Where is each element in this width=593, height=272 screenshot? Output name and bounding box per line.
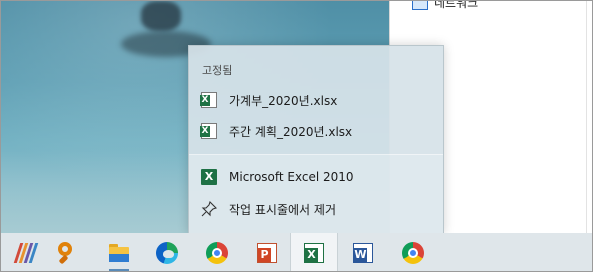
taskbar-file-explorer[interactable]	[95, 233, 143, 271]
unpin-icon	[201, 201, 217, 217]
screen: 네트워크 고정됨 X 가계부_2020년.xlsx X 주간 계획_2020년.…	[0, 0, 593, 272]
pinned-header: 고정됨	[202, 64, 233, 77]
taskbar-word[interactable]: W	[339, 233, 387, 271]
pinned-item-label: 가계부_2020년.xlsx	[229, 93, 338, 108]
task-label: Microsoft Excel 2010	[229, 170, 354, 184]
pinned-item-budget[interactable]: X 가계부_2020년.xlsx	[189, 85, 443, 115]
chrome-icon	[401, 241, 425, 265]
taskbar-chrome[interactable]	[193, 233, 241, 271]
powerpoint-icon: P	[255, 241, 279, 265]
excel-icon: X	[302, 241, 326, 265]
explorer-scrollbar[interactable]	[586, 1, 587, 233]
network-icon	[412, 1, 428, 10]
taskbar-app-launcher[interactable]	[1, 233, 49, 271]
pinned-item-weekly-plan[interactable]: X 주간 계획_2020년.xlsx	[189, 116, 443, 146]
taskbar-search[interactable]	[44, 233, 92, 271]
network-label: 네트워크	[434, 0, 479, 10]
chrome-icon	[205, 241, 229, 265]
edge-icon	[155, 241, 179, 265]
excel-file-icon: X	[200, 92, 217, 108]
excel-file-icon: X	[200, 123, 217, 139]
excel-jump-list: 고정됨 X 가계부_2020년.xlsx X 주간 계획_2020년.xlsx …	[188, 45, 444, 234]
excel-app-icon: X	[201, 169, 217, 185]
search-icon	[56, 241, 80, 265]
word-icon: W	[351, 241, 375, 265]
task-label: 작업 표시줄에서 제거	[229, 202, 336, 217]
open-excel-app[interactable]: X Microsoft Excel 2010	[189, 162, 443, 192]
network-nav-item[interactable]: 네트워크	[412, 0, 479, 11]
jumplist-divider	[189, 154, 443, 155]
pinned-item-label: 주간 계획_2020년.xlsx	[229, 124, 353, 139]
taskbar-edge[interactable]	[143, 233, 191, 271]
taskbar: P X W	[1, 233, 592, 271]
taskbar-excel[interactable]: X	[290, 233, 338, 271]
folder-icon	[107, 241, 131, 265]
taskbar-chrome-2[interactable]	[389, 233, 437, 271]
wallpaper-shadow	[141, 1, 181, 31]
stripes-app-icon	[13, 241, 39, 265]
taskbar-powerpoint[interactable]: P	[243, 233, 291, 271]
unpin-from-taskbar[interactable]: 작업 표시줄에서 제거	[189, 194, 443, 224]
